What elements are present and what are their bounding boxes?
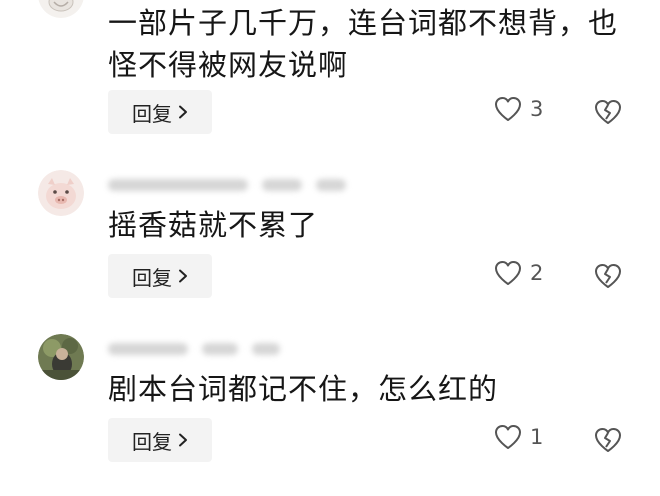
comment-text: 一部片子几千万，连台词都不想背，也 怪不得被网友说啊	[108, 2, 628, 86]
like-button[interactable]: 3	[494, 96, 543, 122]
avatar[interactable]	[38, 0, 84, 18]
chevron-right-icon	[179, 433, 187, 447]
heart-outline-icon	[495, 261, 521, 285]
like-count: 1	[530, 425, 544, 449]
comment-text-line: 一部片子几千万，连台词都不想背，也	[108, 6, 619, 40]
reply-button[interactable]: 回复	[108, 90, 212, 134]
avatar-partial-icon	[38, 0, 84, 18]
avatar-photo-icon	[38, 334, 84, 380]
broken-heart-icon[interactable]	[594, 262, 622, 290]
like-button[interactable]: 1	[494, 424, 543, 450]
comment-text-line: 摇香菇就不累了	[108, 208, 319, 242]
broken-heart-icon[interactable]	[594, 98, 622, 126]
like-count: 2	[530, 261, 544, 285]
username-meta-blurred	[108, 338, 280, 360]
reply-button[interactable]: 回复	[108, 254, 212, 298]
heart-outline-icon	[495, 425, 521, 449]
like-count: 3	[530, 97, 544, 121]
comment-text-line: 怪不得被网友说啊	[108, 48, 349, 82]
chevron-right-icon	[179, 269, 187, 283]
chevron-right-icon	[179, 105, 187, 119]
reply-button[interactable]: 回复	[108, 418, 212, 462]
heart-outline-icon	[495, 97, 521, 121]
avatar[interactable]	[38, 334, 84, 380]
reply-label: 回复	[132, 429, 172, 454]
avatar-pig-icon	[38, 170, 84, 216]
reply-label: 回复	[132, 101, 172, 126]
like-button[interactable]: 2	[494, 260, 543, 286]
reply-label: 回复	[132, 265, 172, 290]
broken-heart-icon[interactable]	[594, 426, 622, 454]
avatar[interactable]	[38, 170, 84, 216]
username-meta-blurred	[108, 174, 346, 196]
comment-text: 摇香菇就不累了	[108, 204, 628, 246]
comment-text: 剧本台词都记不住，怎么红的	[108, 368, 628, 410]
comment-text-line: 剧本台词都记不住，怎么红的	[108, 372, 499, 406]
